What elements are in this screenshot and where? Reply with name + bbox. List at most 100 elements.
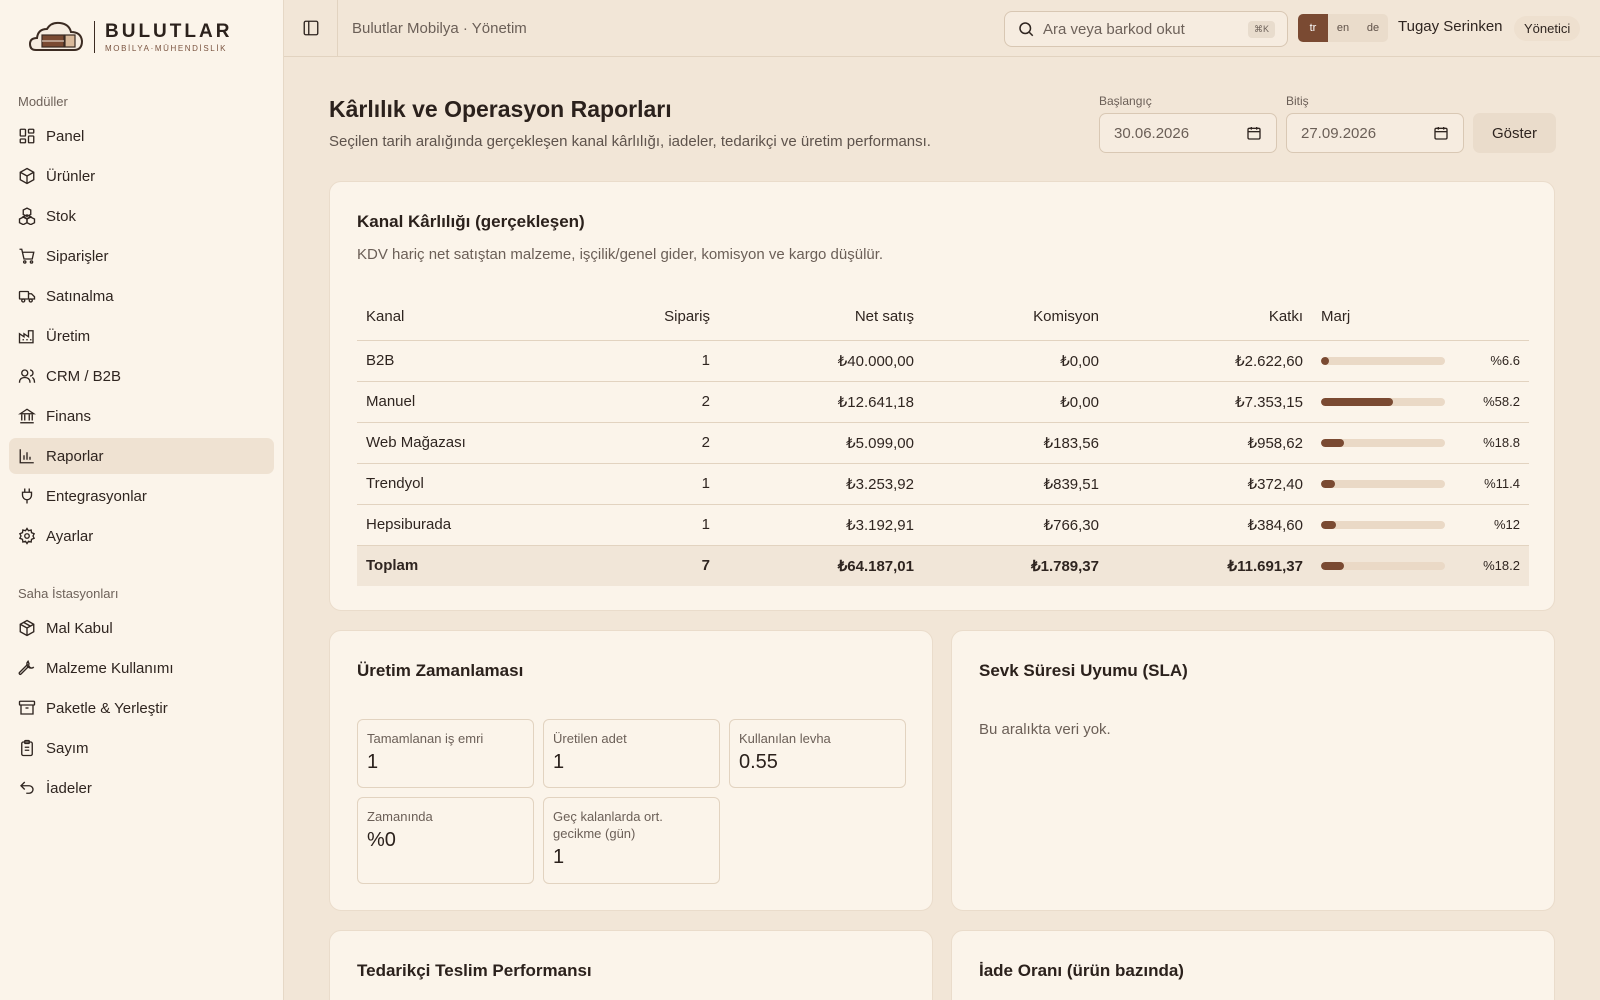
brand-name: BULUTLAR: [105, 20, 233, 42]
factory-icon: [18, 330, 34, 344]
end-date-value: 27.09.2026: [1301, 124, 1377, 142]
cell-margin: %58.2: [1312, 381, 1529, 423]
bank-icon: [18, 408, 36, 424]
sidebar-item-crm[interactable]: CRM / B2B: [9, 358, 274, 394]
sidebar-item-count[interactable]: Sayım: [9, 730, 274, 766]
margin-bar: [1321, 561, 1445, 570]
cell-contribution: ₺7.353,15: [1108, 381, 1312, 423]
cell-net-sales: ₺40.000,00: [719, 340, 923, 382]
sidebar-item-purchasing[interactable]: Satınalma: [9, 278, 274, 314]
cell-margin: %18.2: [1312, 545, 1529, 586]
sidebar-item-products[interactable]: Ürünler: [9, 158, 274, 194]
cell-margin: %6.6: [1312, 340, 1529, 382]
language-en-button[interactable]: en: [1328, 14, 1358, 42]
page-subtitle: Seçilen tarih aralığında gerçekleşen kan…: [329, 133, 931, 150]
cell-margin: %18.8: [1312, 422, 1529, 464]
sidebar-item-pack-place[interactable]: Paketle & Yerleştir: [9, 690, 274, 726]
stat-on-time: Zamanında %0: [357, 797, 534, 884]
sidebar-toggle-button[interactable]: [284, 0, 338, 57]
stat-label: Üretilen adet: [553, 731, 627, 746]
brand-divider: [94, 21, 95, 53]
card-title: Tedarikçi Teslim Performansı: [357, 961, 592, 980]
sidebar-item-material-usage[interactable]: Malzeme Kullanımı: [9, 650, 274, 686]
margin-bar-fill: [1321, 438, 1345, 447]
modules-section-label: Modüller: [18, 94, 68, 109]
table-row[interactable]: Hepsiburada 1 ₺3.192,91 ₺766,30 ₺384,60 …: [357, 504, 1529, 546]
cell-margin: %11.4: [1312, 463, 1529, 505]
boxes-icon: [18, 207, 36, 225]
cell-channel: B2B: [357, 340, 587, 382]
language-de-button[interactable]: de: [1358, 14, 1388, 42]
sidebar-item-returns[interactable]: İadeler: [9, 770, 274, 806]
sidebar-item-integrations[interactable]: Entegrasyonlar: [9, 478, 274, 514]
cell-net-sales: ₺12.641,18: [719, 381, 923, 423]
table-row[interactable]: Web Mağazası 2 ₺5.099,00 ₺183,56 ₺958,62…: [357, 422, 1529, 464]
search-input[interactable]: Ara veya barkod okut ⌘K: [1004, 11, 1288, 47]
sidebar-item-orders[interactable]: Siparişler: [9, 238, 274, 274]
start-date-input[interactable]: 30.06.2026: [1099, 113, 1277, 153]
empty-state-text: Bu aralıkta veri yok.: [979, 721, 1111, 738]
cell-contribution: ₺384,60: [1108, 504, 1312, 546]
sidebar-item-stock[interactable]: Stok: [9, 198, 274, 234]
users-icon: [18, 369, 36, 383]
show-button[interactable]: Göster: [1473, 113, 1556, 153]
return-rate-card: İade Oranı (ürün bazında): [951, 930, 1555, 1000]
sidebar-item-label: Finans: [46, 407, 92, 425]
cell-contribution: ₺11.691,37: [1108, 545, 1312, 586]
sidebar-item-reports[interactable]: Raporlar: [9, 438, 274, 474]
margin-percent: %11.4: [1484, 476, 1520, 491]
sidebar-item-settings[interactable]: Ayarlar: [9, 518, 274, 554]
sidebar-item-goods-receipt[interactable]: Mal Kabul: [9, 610, 274, 646]
column-header-orders[interactable]: Sipariş: [587, 293, 719, 341]
cell-net-sales: ₺64.187,01: [719, 545, 923, 586]
production-timing-card: Üretim Zamanlaması Tamamlanan iş emri 1 …: [329, 630, 933, 911]
sidebar-item-label: Panel: [46, 127, 85, 145]
column-header-net-sales[interactable]: Net satış: [719, 293, 923, 341]
sidebar-item-label: Paketle & Yerleştir: [46, 699, 168, 717]
cell-contribution: ₺958,62: [1108, 422, 1312, 464]
margin-bar-fill: [1321, 397, 1394, 406]
stat-produced-units: Üretilen adet 1: [543, 719, 720, 788]
cell-channel: Web Mağazası: [357, 422, 587, 464]
cell-net-sales: ₺3.253,92: [719, 463, 923, 505]
calendar-icon: [1247, 127, 1261, 140]
bar-chart-icon: [19, 449, 34, 464]
channel-profitability-card: Kanal Kârlılığı (gerçekleşen) KDV hariç …: [329, 181, 1555, 611]
channel-table: Kanal Sipariş Net satış Komisyon Katkı M…: [357, 293, 1529, 586]
user-name[interactable]: Tugay Serinken: [1398, 18, 1503, 35]
cell-orders: 2: [587, 422, 719, 464]
column-header-commission[interactable]: Komisyon: [923, 293, 1108, 341]
column-header-margin[interactable]: Marj: [1312, 293, 1529, 341]
stat-value: %0: [367, 829, 396, 851]
table-row[interactable]: Manuel 2 ₺12.641,18 ₺0,00 ₺7.353,15 %58.…: [357, 381, 1529, 423]
gear-icon: [18, 527, 36, 545]
start-date-label: Başlangıç: [1099, 94, 1152, 108]
table-header-row: Kanal Sipariş Net satış Komisyon Katkı M…: [357, 293, 1529, 341]
cell-commission: ₺766,30: [923, 504, 1108, 546]
end-date-input[interactable]: 27.09.2026: [1286, 113, 1464, 153]
margin-percent: %18.2: [1483, 558, 1520, 574]
search-shortcut-badge: ⌘K: [1247, 20, 1275, 38]
column-header-contribution[interactable]: Katkı: [1108, 293, 1312, 341]
start-date-value: 30.06.2026: [1114, 124, 1190, 142]
cell-orders: 7: [587, 545, 719, 586]
sidebar-item-production[interactable]: Üretim: [9, 318, 274, 354]
stat-value: 1: [553, 846, 565, 868]
margin-percent: %6.6: [1490, 353, 1520, 368]
table-row[interactable]: B2B 1 ₺40.000,00 ₺0,00 ₺2.622,60 %6.6: [357, 340, 1529, 382]
sidebar-item-label: Malzeme Kullanımı: [46, 659, 174, 677]
cell-contribution: ₺2.622,60: [1108, 340, 1312, 382]
sidebar-item-finance[interactable]: Finans: [9, 398, 274, 434]
brand-logo[interactable]: BULUTLAR MOBİLYA·MÜHENDİSLİK: [0, 0, 283, 74]
search-icon: [1019, 22, 1034, 37]
stat-average-delay: Geç kalanlarda ort. gecikme (gün) 1: [543, 797, 720, 884]
sidebar-item-panel[interactable]: Panel: [9, 118, 274, 154]
cell-orders: 1: [587, 340, 719, 382]
sidebar-item-label: CRM / B2B: [46, 367, 122, 385]
calendar-icon: [1434, 127, 1448, 140]
column-header-channel[interactable]: Kanal: [357, 293, 587, 341]
table-row[interactable]: Trendyol 1 ₺3.253,92 ₺839,51 ₺372,40 %11…: [357, 463, 1529, 505]
sidebar-item-label: Siparişler: [46, 247, 109, 265]
language-tr-button[interactable]: tr: [1298, 14, 1328, 42]
language-switcher: tr en de: [1298, 14, 1388, 42]
